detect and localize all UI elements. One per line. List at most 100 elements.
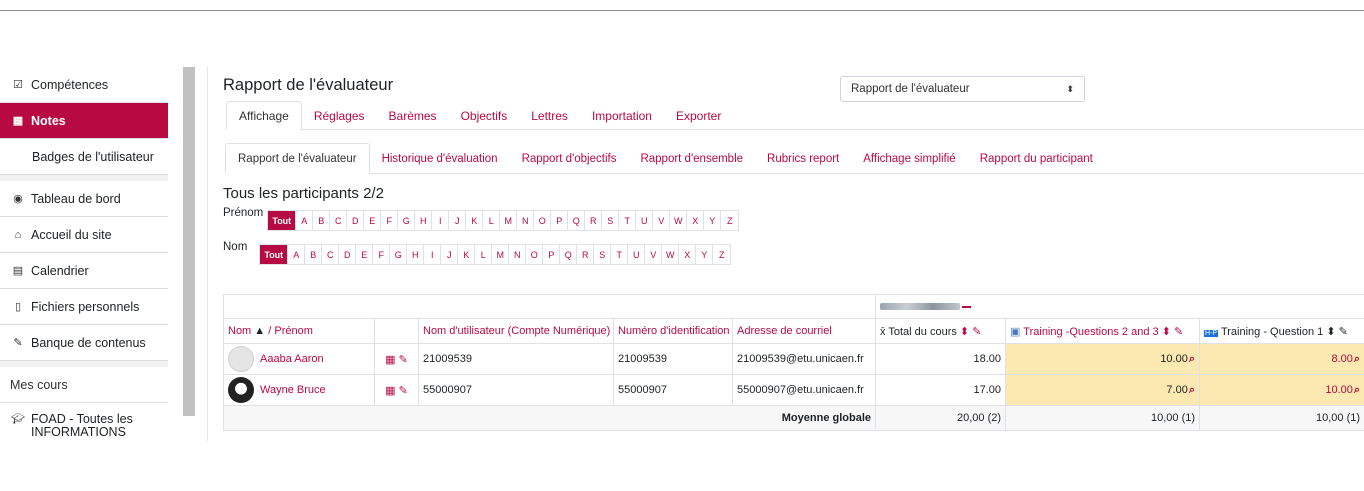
initial-letter[interactable]: E: [364, 211, 382, 230]
initial-letter[interactable]: B: [305, 245, 323, 264]
initial-letter[interactable]: N: [517, 211, 535, 230]
grade-cell[interactable]: 10.00⌕: [1005, 343, 1201, 375]
initial-letter[interactable]: R: [577, 245, 595, 264]
sort-icon[interactable]: ⬍: [1326, 326, 1335, 338]
search-icon[interactable]: ⌕: [1189, 384, 1195, 396]
tab-rapport-ensemble[interactable]: Rapport d'ensemble: [628, 143, 755, 174]
sidebar-scrollbar[interactable]: [183, 67, 195, 416]
initial-letter[interactable]: S: [594, 245, 612, 264]
sidebar-item-course[interactable]: 🎓︎ FOAD - Toutes les INFORMATIONS: [0, 403, 168, 441]
edit-icon[interactable]: ✎: [1174, 326, 1183, 338]
avatar[interactable]: [228, 346, 254, 372]
sort-icon[interactable]: ⬍: [1162, 326, 1171, 338]
initial-letter[interactable]: P: [543, 245, 561, 264]
edit-icon[interactable]: ✎: [972, 326, 981, 338]
initial-letter[interactable]: H: [415, 211, 433, 230]
tab-rapport-evaluateur[interactable]: Rapport de l'évaluateur: [225, 143, 370, 174]
tab-objectifs[interactable]: Objectifs: [449, 101, 520, 130]
username-header[interactable]: Nom d'utilisateur (Compte Numérique): [418, 318, 614, 344]
sort-icon[interactable]: ⬍: [960, 326, 969, 338]
course-total-cell[interactable]: 17.00: [875, 374, 1007, 406]
initial-letter[interactable]: O: [526, 245, 544, 264]
grades-table-icon[interactable]: ▦: [385, 385, 395, 397]
initial-letter[interactable]: T: [619, 211, 637, 230]
initial-letter[interactable]: S: [602, 211, 620, 230]
initial-letter[interactable]: Z: [713, 245, 730, 264]
initial-letter[interactable]: Y: [696, 245, 714, 264]
initial-letter[interactable]: W: [662, 245, 680, 264]
initial-letter[interactable]: L: [483, 211, 501, 230]
edit-icon[interactable]: ✎: [1339, 326, 1348, 338]
sort-by-firstname-link[interactable]: / Prénom: [268, 325, 313, 337]
initial-letter[interactable]: Y: [704, 211, 722, 230]
initial-letter[interactable]: U: [636, 211, 654, 230]
initial-letter[interactable]: A: [288, 245, 306, 264]
course-total-cell[interactable]: 18.00: [875, 343, 1007, 375]
tab-historique[interactable]: Historique d'évaluation: [370, 143, 510, 174]
initial-letter[interactable]: B: [313, 211, 331, 230]
initial-letter[interactable]: F: [373, 245, 391, 264]
course-total-label[interactable]: Total du cours: [888, 326, 956, 338]
initial-letter[interactable]: Q: [568, 211, 586, 230]
initial-letter[interactable]: P: [551, 211, 569, 230]
grade-cell[interactable]: 10.00⌕: [1199, 374, 1364, 406]
initial-letter[interactable]: Z: [721, 211, 738, 230]
initial-letter[interactable]: V: [653, 211, 671, 230]
tab-affichage[interactable]: Affichage: [226, 101, 302, 130]
tab-rubrics-report[interactable]: Rubrics report: [755, 143, 851, 174]
tab-exporter[interactable]: Exporter: [664, 101, 733, 130]
initial-letter[interactable]: I: [432, 211, 450, 230]
initial-all[interactable]: Tout: [268, 211, 297, 230]
initial-letter[interactable]: A: [296, 211, 314, 230]
initial-letter[interactable]: M: [500, 211, 518, 230]
grades-table-icon[interactable]: ▦: [385, 354, 395, 366]
initial-letter[interactable]: F: [381, 211, 399, 230]
sidebar-item-content-bank[interactable]: ✎ Banque de contenus: [0, 325, 168, 361]
sidebar-item-dashboard[interactable]: ◉ Tableau de bord: [0, 181, 168, 217]
sidebar-item-badges[interactable]: Badges de l'utilisateur: [0, 139, 168, 175]
initial-letter[interactable]: K: [458, 245, 476, 264]
initial-letter[interactable]: C: [330, 211, 348, 230]
initial-letter[interactable]: O: [534, 211, 552, 230]
search-icon[interactable]: ⌕: [1354, 353, 1360, 365]
initial-letter[interactable]: D: [347, 211, 365, 230]
initial-letter[interactable]: G: [390, 245, 408, 264]
initial-letter[interactable]: V: [645, 245, 663, 264]
initial-letter[interactable]: G: [398, 211, 416, 230]
avatar[interactable]: [228, 377, 254, 403]
initial-letter[interactable]: L: [475, 245, 493, 264]
sidebar-heading-my-courses[interactable]: Mes cours: [0, 367, 168, 403]
collapse-icon[interactable]: [962, 305, 972, 308]
initial-letter[interactable]: J: [441, 245, 459, 264]
sort-asc-icon[interactable]: ▲: [254, 325, 265, 337]
tab-lettres[interactable]: Lettres: [519, 101, 580, 130]
initial-letter[interactable]: T: [611, 245, 629, 264]
tab-rapport-objectifs[interactable]: Rapport d'objectifs: [510, 143, 629, 174]
user-name-link[interactable]: Wayne Bruce: [260, 384, 326, 396]
initial-letter[interactable]: H: [407, 245, 425, 264]
search-icon[interactable]: ⌕: [1189, 353, 1195, 365]
grade-item-link-1[interactable]: Training -Questions 2 and 3: [1023, 326, 1158, 338]
tab-reglages[interactable]: Réglages: [302, 101, 377, 130]
initial-letter[interactable]: D: [339, 245, 357, 264]
grade-cell[interactable]: 8.00⌕: [1199, 343, 1364, 375]
initial-letter[interactable]: E: [356, 245, 374, 264]
tab-baremes[interactable]: Barèmes: [377, 101, 449, 130]
report-selector[interactable]: Rapport de l'évaluateur ⬍: [840, 76, 1085, 102]
initial-letter[interactable]: R: [585, 211, 603, 230]
user-name-link[interactable]: Aaaba Aaron: [260, 353, 324, 365]
initial-letter[interactable]: J: [449, 211, 467, 230]
initial-all[interactable]: Tout: [260, 245, 289, 264]
tab-rapport-participant[interactable]: Rapport du participant: [968, 143, 1105, 174]
email-header[interactable]: Adresse de courriel: [731, 318, 877, 344]
tab-importation[interactable]: Importation: [580, 101, 664, 130]
initial-letter[interactable]: M: [492, 245, 510, 264]
initial-letter[interactable]: C: [322, 245, 340, 264]
initial-letter[interactable]: N: [509, 245, 527, 264]
sidebar-item-notes[interactable]: ▦ Notes: [0, 103, 168, 139]
idnumber-header[interactable]: Numéro d'identification: [613, 318, 733, 344]
sidebar-item-home[interactable]: ⌂ Accueil du site: [0, 217, 168, 253]
edit-icon[interactable]: ✎: [399, 354, 408, 366]
sidebar-item-competences[interactable]: ☑ Compétences: [0, 67, 168, 103]
initial-letter[interactable]: X: [679, 245, 697, 264]
